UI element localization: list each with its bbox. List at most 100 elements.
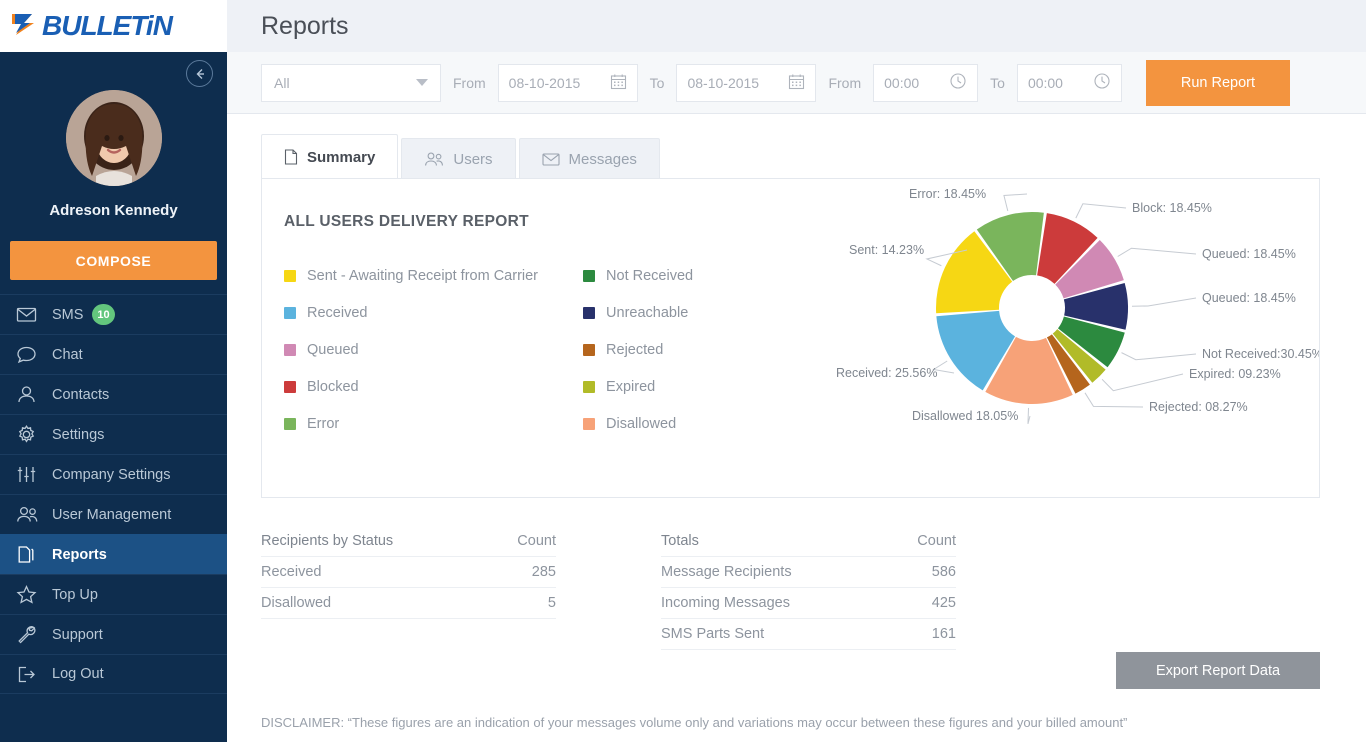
table-header: Recipients by Status Count xyxy=(261,526,556,557)
sidebar-item-settings[interactable]: Settings xyxy=(0,414,227,454)
date-to-input[interactable]: 08-10-2015 xyxy=(676,63,817,102)
pie-slice-label: Queued: 18.45% xyxy=(1202,247,1296,261)
sidebar: BULLETiN Adreson Kennedy COMPOSE SMS 10 … xyxy=(0,0,227,742)
sidebar-label: Company Settings xyxy=(52,466,171,483)
pie-leader-line xyxy=(1101,373,1184,392)
clock-icon[interactable] xyxy=(1093,72,1111,93)
legend-item[interactable]: Disallowed xyxy=(583,405,693,442)
legend-item[interactable]: Error xyxy=(284,405,538,442)
sidebar-item-contacts[interactable]: Contacts xyxy=(0,374,227,414)
disclaimer-text: DISCLAIMER: “These figures are an indica… xyxy=(261,715,1128,730)
legend-item[interactable]: Unreachable xyxy=(583,294,693,331)
legend-item[interactable]: Received xyxy=(284,294,538,331)
time-to-input[interactable]: 00:00 xyxy=(1016,63,1122,102)
export-report-data-button[interactable]: Export Report Data xyxy=(1116,652,1320,689)
main-area: Reports All From 08-10-2015 To 08-10-201… xyxy=(227,0,1366,742)
calendar-icon[interactable] xyxy=(610,73,627,93)
delivery-pie-chart[interactable]: Block: 18.45% Queued: 18.45% Queued: 18.45… xyxy=(819,179,1319,479)
legend-item[interactable]: Queued xyxy=(284,331,538,368)
sidebar-label: Chat xyxy=(52,346,83,363)
gear-icon xyxy=(16,424,42,445)
compose-button[interactable]: COMPOSE xyxy=(10,241,217,280)
legend-item[interactable]: Not Received xyxy=(583,257,693,294)
tab-messages[interactable]: Messages xyxy=(518,138,660,179)
report-title: ALL USERS DELIVERY REPORT xyxy=(284,213,529,230)
users-icon xyxy=(16,504,42,525)
pie-leader-line xyxy=(1084,392,1144,408)
sidebar-item-sms[interactable]: SMS 10 xyxy=(0,294,227,334)
tab-summary[interactable]: Summary xyxy=(261,134,399,179)
table-row: Received 285 xyxy=(261,557,556,588)
profile-name: Adreson Kennedy xyxy=(49,202,178,219)
legend-swatch-icon xyxy=(284,306,296,319)
row-count: 161 xyxy=(931,626,956,642)
tab-label: Summary xyxy=(307,148,376,166)
sidebar-item-log-out[interactable]: Log Out xyxy=(0,654,227,694)
tab-label: Messages xyxy=(568,150,637,168)
summary-panel: ALL USERS DELIVERY REPORT Sent - Awaitin… xyxy=(261,178,1320,498)
sidebar-label: Reports xyxy=(52,546,107,563)
row-count: 586 xyxy=(931,564,956,580)
clock-icon[interactable] xyxy=(949,72,967,93)
sidebar-label: Support xyxy=(52,626,103,643)
pie-leader-line xyxy=(1117,247,1197,257)
legend-label: Sent - Awaiting Receipt from Carrier xyxy=(307,267,539,284)
sidebar-item-chat[interactable]: Chat xyxy=(0,334,227,374)
sidebar-item-user-management[interactable]: User Management xyxy=(0,494,227,534)
legend-label: Received xyxy=(307,304,368,321)
documents-icon xyxy=(16,544,42,565)
legend-item[interactable]: Blocked xyxy=(284,368,538,405)
legend-item[interactable]: Sent - Awaiting Receipt from Carrier xyxy=(284,257,538,294)
legend-swatch-icon xyxy=(284,417,296,430)
envelope-icon xyxy=(541,152,560,167)
table-row: SMS Parts Sent 161 xyxy=(661,619,956,650)
calendar-icon[interactable] xyxy=(788,73,805,93)
totals-table: Totals Count Message Recipients 586 Inco… xyxy=(661,526,956,650)
tab-users[interactable]: Users xyxy=(401,138,516,179)
legend-label: Not Received xyxy=(606,267,694,284)
time-from-input[interactable]: 00:00 xyxy=(873,63,979,102)
legend-item[interactable]: Expired xyxy=(583,368,693,405)
legend-swatch-icon xyxy=(583,380,596,393)
row-label: SMS Parts Sent xyxy=(661,626,765,642)
arrow-left-circle-icon[interactable] xyxy=(186,60,213,87)
column-header-count: Count xyxy=(517,533,556,549)
sidebar-nav: SMS 10 Chat Contacts Settings Company Se… xyxy=(0,294,227,694)
report-type-select[interactable]: All xyxy=(261,63,441,102)
legend-label: Rejected xyxy=(606,341,664,358)
sidebar-item-company-settings[interactable]: Company Settings xyxy=(0,454,227,494)
date-from-value: 08-10-2015 xyxy=(508,74,581,91)
tab-label: Users xyxy=(453,150,493,168)
pie-slice-label: Queued: 18.45% xyxy=(1202,291,1296,305)
time-from-label: From xyxy=(828,74,862,91)
legend-item[interactable]: Rejected xyxy=(583,331,693,368)
date-from-label: From xyxy=(453,74,486,91)
brand-name: BULLETiN xyxy=(42,10,173,41)
legend-swatch-icon xyxy=(284,269,296,282)
sidebar-item-top-up[interactable]: Top Up xyxy=(0,574,227,614)
tab-bar: Summary Users Messages xyxy=(261,134,1320,179)
avatar[interactable] xyxy=(65,90,162,186)
sidebar-item-support[interactable]: Support xyxy=(0,614,227,654)
time-from-value: 00:00 xyxy=(884,74,920,91)
chat-bubble-icon xyxy=(16,344,42,365)
brand-logo[interactable]: BULLETiN xyxy=(0,0,227,52)
bulletin-logo-icon xyxy=(10,11,40,42)
column-header-label: Totals xyxy=(661,533,699,549)
pie-chart-svg: Block: 18.45% Queued: 18.45% Queued: 18.45… xyxy=(836,187,1319,425)
pie-leader-line xyxy=(1131,297,1197,307)
chevron-down-icon xyxy=(416,79,428,86)
date-from-input[interactable]: 08-10-2015 xyxy=(497,63,638,102)
column-header-label: Recipients by Status xyxy=(261,533,394,549)
legend-label: Blocked xyxy=(307,378,359,395)
topbar: Reports xyxy=(227,0,1366,52)
pie-slice-label: Expired: 09.23% xyxy=(1189,367,1281,381)
run-report-button[interactable]: Run Report xyxy=(1145,59,1290,106)
logout-icon xyxy=(16,664,42,685)
legend-label: Unreachable xyxy=(606,304,689,321)
sidebar-item-reports[interactable]: Reports xyxy=(0,534,227,574)
sidebar-label: User Management xyxy=(52,506,172,523)
star-icon xyxy=(16,584,42,605)
legend-label: Queued xyxy=(307,341,359,358)
document-icon xyxy=(284,149,298,165)
